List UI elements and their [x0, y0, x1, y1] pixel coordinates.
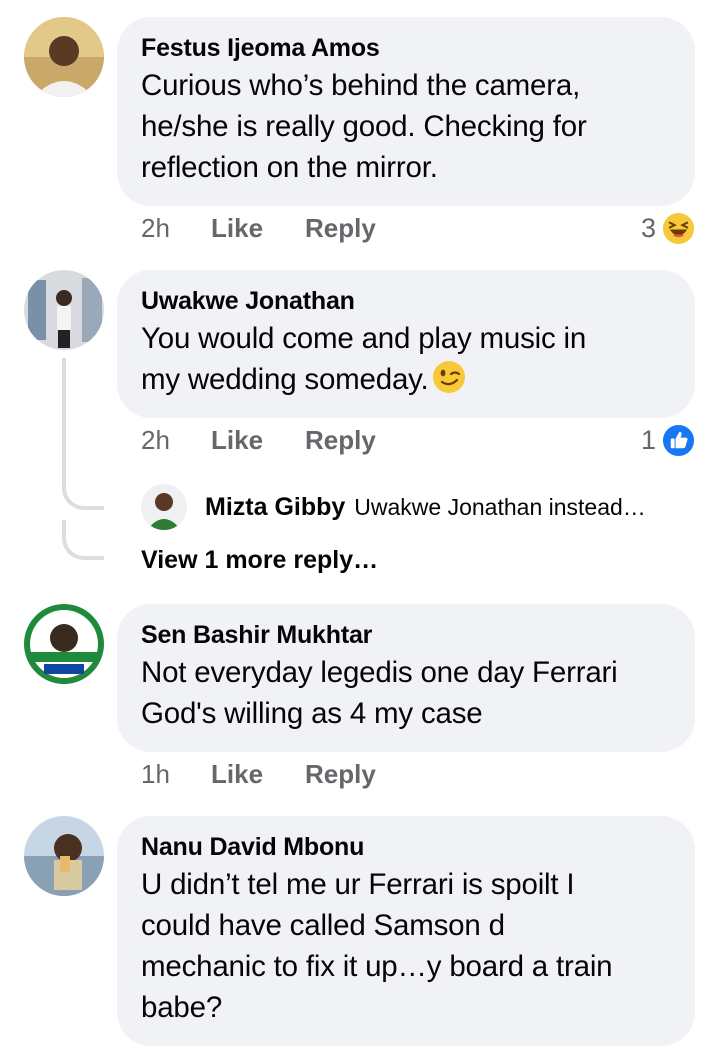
reply-button[interactable]: Reply — [305, 759, 376, 790]
reply-preview[interactable]: Mizta Gibby Uwakwe Jonathan instead… — [141, 484, 690, 530]
comment-text: U didn’t tel me ur Ferrari is spoilt I c… — [141, 864, 671, 1028]
reaction-summary[interactable]: 1 — [641, 424, 695, 457]
comment-actions: 2h Like Reply 1 — [141, 420, 695, 460]
comment-text: Not everyday legedis one day Ferrari God… — [141, 652, 671, 734]
comment-bubble: Festus Ijeoma Amos Curious who’s behind … — [117, 17, 695, 206]
comment-author[interactable]: Sen Bashir Mukhtar — [141, 620, 671, 650]
thread-branch — [62, 470, 104, 510]
reaction-count: 3 — [640, 212, 656, 243]
reply-button[interactable]: Reply — [305, 425, 376, 456]
comment-author[interactable]: Uwakwe Jonathan — [141, 286, 671, 316]
comment-actions: 1h Like Reply — [141, 754, 695, 794]
timestamp[interactable]: 2h — [141, 425, 211, 456]
comment-bubble: Nanu David Mbonu U didn’t tel me ur Ferr… — [117, 816, 695, 1046]
comment-text: Curious who’s behind the camera, he/she … — [141, 65, 671, 188]
avatar[interactable] — [24, 17, 104, 97]
comment-author[interactable]: Festus Ijeoma Amos — [141, 33, 671, 63]
comment-text: You would come and play music in my wedd… — [141, 318, 671, 400]
comment-text-line: Curious who’s behind the camera, — [141, 69, 581, 102]
timestamp[interactable]: 2h — [141, 213, 211, 244]
comment-text-line: babe? — [141, 991, 223, 1024]
like-button[interactable]: Like — [211, 759, 263, 790]
comment-author[interactable]: Nanu David Mbonu — [141, 832, 671, 862]
avatar[interactable] — [141, 484, 187, 530]
comment-text-line: he/she is really good. Checking for — [141, 110, 587, 143]
like-button[interactable]: Like — [211, 425, 263, 456]
avatar[interactable] — [24, 270, 104, 350]
winking-emoji-icon — [432, 361, 465, 393]
comment-text-line: my wedding someday. — [141, 359, 671, 400]
thread-connector — [62, 358, 66, 488]
thumbs-up-icon — [662, 424, 695, 456]
comment-text-segment: my wedding someday. — [141, 363, 429, 396]
reaction-count: 1 — [640, 424, 656, 455]
comments-section: Festus Ijeoma Amos Curious who’s behind … — [0, 0, 720, 1050]
comment-text-line: Not everyday legedis one day Ferrari — [141, 656, 618, 689]
comment-text-line: U didn’t tel me ur Ferrari is spoilt I — [141, 868, 575, 901]
reply-text: Uwakwe Jonathan instead… — [354, 493, 646, 520]
reaction-summary[interactable]: 3 — [641, 212, 695, 245]
comment-bubble: Sen Bashir Mukhtar Not everyday legedis … — [117, 604, 695, 752]
comment-text-line: God's willing as 4 my case — [141, 697, 483, 730]
timestamp[interactable]: 1h — [141, 759, 211, 790]
comment-actions: 2h Like Reply 3 — [141, 208, 695, 248]
laughing-emoji-icon — [662, 212, 695, 244]
comment-text-line: reflection on the mirror. — [141, 151, 438, 184]
comment-bubble: Uwakwe Jonathan You would come and play … — [117, 270, 695, 418]
view-more-replies-link[interactable]: View 1 more reply… — [141, 546, 378, 575]
thread-branch — [62, 520, 104, 560]
like-button[interactable]: Like — [211, 213, 263, 244]
comment-text-line: mechanic to fix it up…y board a train — [141, 950, 613, 983]
reply-author[interactable]: Mizta Gibby — [205, 493, 345, 522]
comment-text-line: You would come and play music in — [141, 322, 587, 355]
comment-text-line: could have called Samson d — [141, 909, 505, 942]
avatar[interactable] — [24, 604, 104, 684]
avatar[interactable] — [24, 816, 104, 896]
reply-button[interactable]: Reply — [305, 213, 376, 244]
